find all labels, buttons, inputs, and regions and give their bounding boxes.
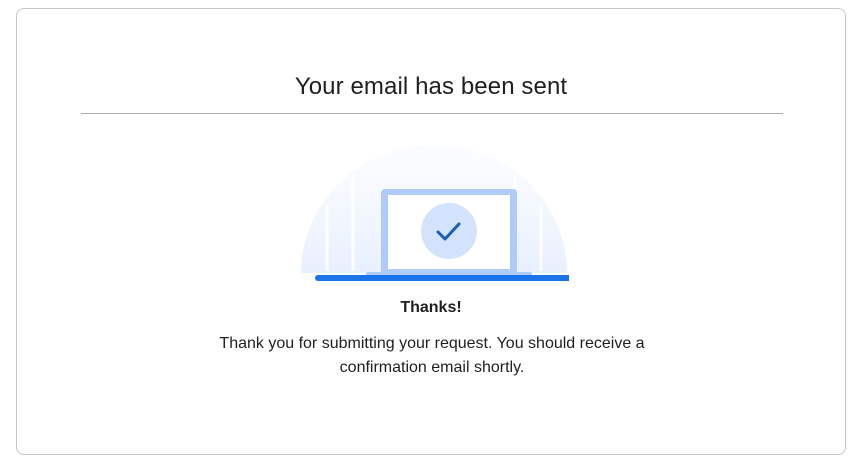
check-circle	[421, 203, 477, 259]
title-divider	[81, 113, 783, 114]
thanks-heading: Thanks!	[400, 299, 462, 316]
confirmation-card: Your email has been sent Thanks! Thank y…	[16, 8, 846, 455]
base-line	[315, 275, 581, 281]
email-sent-illustration	[299, 145, 581, 281]
confirmation-message: Thank you for submitting your request. Y…	[219, 335, 645, 376]
page-title: Your email has been sent	[294, 73, 568, 100]
